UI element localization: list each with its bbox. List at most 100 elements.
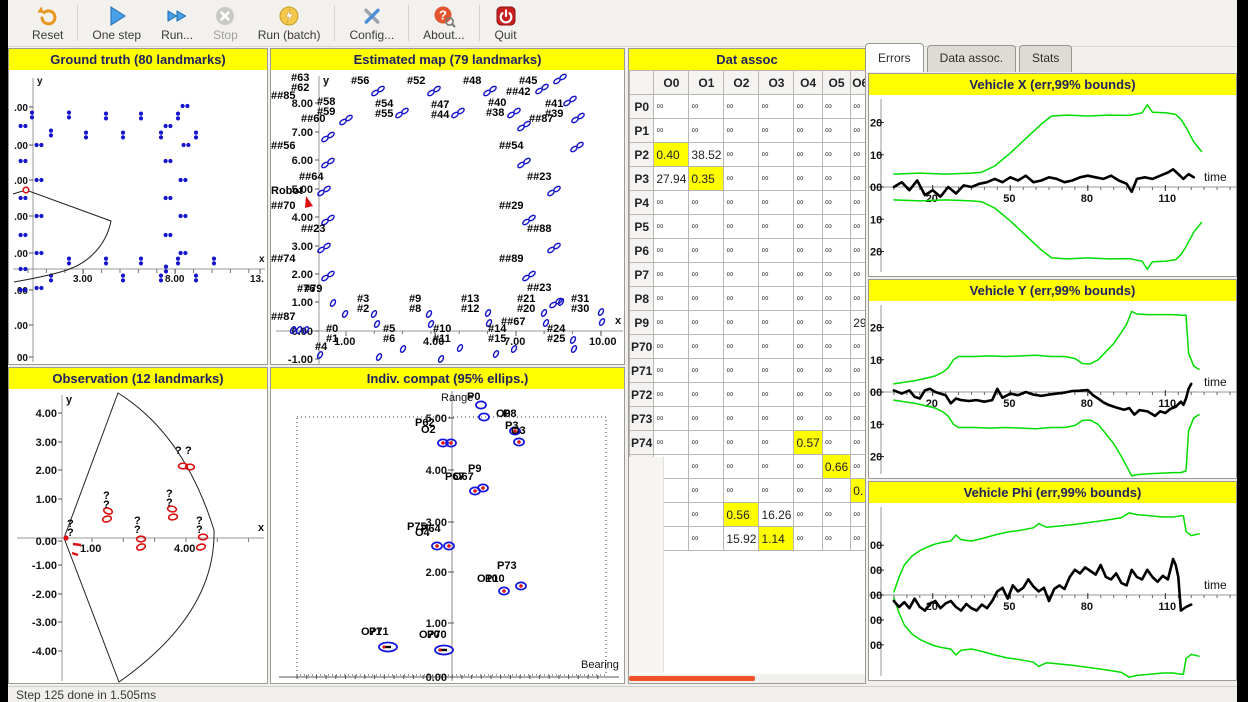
one-step-button[interactable]: One step: [82, 0, 151, 46]
cell-P1-O2: ∞: [724, 119, 759, 143]
svg-text:80: 80: [1081, 398, 1093, 410]
vehicle-x-panel: Vehicle X (err,99% bounds) 2050801102010…: [868, 73, 1237, 277]
estimated-map-plot: 1.004.007.0010.008.007.006.005.004.003.0…: [271, 70, 624, 364]
cell-P73-O1: ∞: [689, 407, 724, 431]
cell-P72-O1: ∞: [689, 383, 724, 407]
svg-text:P0: P0: [467, 391, 480, 403]
toolbar-separator: [408, 5, 409, 41]
cell-P9-O2: ∞: [724, 311, 759, 335]
svg-text:6.00: 6.00: [292, 155, 313, 167]
quit-icon: [494, 4, 518, 28]
row-header: P72: [630, 383, 654, 407]
svg-text:Bearing: Bearing: [581, 659, 619, 671]
run-button[interactable]: Run...: [151, 0, 203, 46]
column-header-blank: [630, 71, 654, 95]
svg-text:1.00: 1.00: [292, 297, 313, 309]
column-header-O3: O3: [759, 71, 794, 95]
cell-P8-O0: ∞: [654, 287, 689, 311]
svg-text:20: 20: [870, 247, 882, 259]
svg-text:x: x: [259, 254, 265, 265]
tab-stats[interactable]: Stats: [1019, 45, 1072, 72]
svg-text:##89: ##89: [499, 253, 523, 265]
table-row: P76∞∞∞∞∞∞0.: [630, 479, 866, 503]
cell-P2-O3: ∞: [759, 143, 794, 167]
cell-P73-O2: ∞: [724, 407, 759, 431]
cell-P70-O2: ∞: [724, 335, 759, 359]
svg-text:80: 80: [1081, 601, 1093, 613]
svg-text:#52: #52: [407, 75, 425, 87]
table-row: P7∞∞∞∞∞∞∞: [630, 263, 866, 287]
stop-button[interactable]: Stop: [203, 0, 248, 46]
svg-text:O2: O2: [421, 424, 436, 436]
indiv-compat-plot: 5.004.003.002.001.000.00RangeBearingP0O0…: [271, 389, 624, 683]
svg-text:#4: #4: [315, 341, 328, 353]
svg-text:O4: O4: [415, 527, 431, 539]
cell-P6-O4: ∞: [794, 239, 822, 263]
svg-text:P10: P10: [485, 573, 505, 585]
svg-text:y: y: [37, 76, 43, 87]
tab-errors[interactable]: Errors: [865, 43, 924, 72]
row-header: P71: [630, 359, 654, 383]
svg-text:?: ?: [185, 445, 192, 457]
ground-truth-title: Ground truth (80 landmarks): [9, 49, 267, 70]
svg-text:.00: .00: [14, 212, 28, 223]
table-horizontal-scrollbar[interactable]: [629, 674, 865, 683]
table-row: P6∞∞∞∞∞∞∞: [630, 239, 866, 263]
cell-P78-O3: 1.14: [759, 527, 794, 551]
row-header: P9: [630, 311, 654, 335]
cell-P5-O2: ∞: [724, 215, 759, 239]
svg-text:#15: #15: [488, 333, 506, 345]
cell-P4-O2: ∞: [724, 191, 759, 215]
svg-text:time: time: [1204, 375, 1227, 389]
toolbar-separator: [479, 5, 480, 41]
cell-P73-O6: ∞: [851, 407, 865, 431]
cell-P78-O4: ∞: [794, 527, 822, 551]
svg-text:-4.00: -4.00: [32, 646, 57, 658]
cell-P70-O4: ∞: [794, 335, 822, 359]
cell-P70-O3: ∞: [759, 335, 794, 359]
reset-button[interactable]: Reset: [22, 0, 73, 46]
svg-text:1.00: 1.00: [36, 494, 57, 506]
run-batch-button[interactable]: Run (batch): [248, 0, 331, 46]
svg-text:#79: #79: [304, 283, 322, 295]
svg-text:P71: P71: [369, 626, 389, 638]
svg-text:##87: ##87: [271, 311, 295, 323]
toolbar-separator: [77, 5, 78, 41]
svg-text:50: 50: [1003, 398, 1015, 410]
cell-P72-O6: ∞: [851, 383, 865, 407]
scrollbar-thumb[interactable]: [629, 676, 755, 681]
svg-text:x: x: [615, 315, 622, 327]
svg-text:#11: #11: [433, 333, 451, 345]
config-button[interactable]: Config...: [339, 0, 404, 46]
about-button[interactable]: ?About...: [413, 0, 474, 46]
row-header: P8: [630, 287, 654, 311]
cell-P3-O0: 27.94: [654, 167, 689, 191]
svg-text:P73: P73: [497, 560, 517, 572]
cell-P9-O1: ∞: [689, 311, 724, 335]
svg-text:#8: #8: [409, 303, 421, 315]
vehicle-phi-panel: Vehicle Phi (err,99% bounds) 20508011000…: [868, 481, 1237, 681]
svg-text:?: ?: [196, 524, 203, 536]
cell-P78-O1: ∞: [689, 527, 724, 551]
table-row: P20.4038.52∞∞∞∞∞: [630, 143, 866, 167]
tab-data-assoc[interactable]: Data assoc.: [927, 45, 1016, 72]
svg-text:4.00: 4.00: [426, 465, 447, 477]
cell-P0-O3: ∞: [759, 95, 794, 119]
svg-text:?: ?: [166, 497, 173, 509]
quit-button[interactable]: Quit: [484, 0, 528, 46]
svg-text:4.00: 4.00: [174, 543, 195, 555]
toolbar-button-label: About...: [423, 28, 464, 42]
svg-text:1.00: 1.00: [80, 543, 101, 555]
cell-P1-O1: ∞: [689, 119, 724, 143]
cell-P8-O3: ∞: [759, 287, 794, 311]
cell-P74-O5: ∞: [822, 431, 850, 455]
svg-text:##23: ##23: [301, 223, 325, 235]
cell-P75-O3: ∞: [759, 455, 794, 479]
row-header: P0: [630, 95, 654, 119]
cell-P74-O4: 0.57: [794, 431, 822, 455]
table-row: P77∞∞0.5616.26∞∞∞: [630, 503, 866, 527]
estimated-map-title: Estimated map (79 landmarks): [271, 49, 624, 70]
svg-text:20: 20: [870, 452, 882, 464]
cell-P0-O5: ∞: [822, 95, 850, 119]
cell-P5-O1: ∞: [689, 215, 724, 239]
